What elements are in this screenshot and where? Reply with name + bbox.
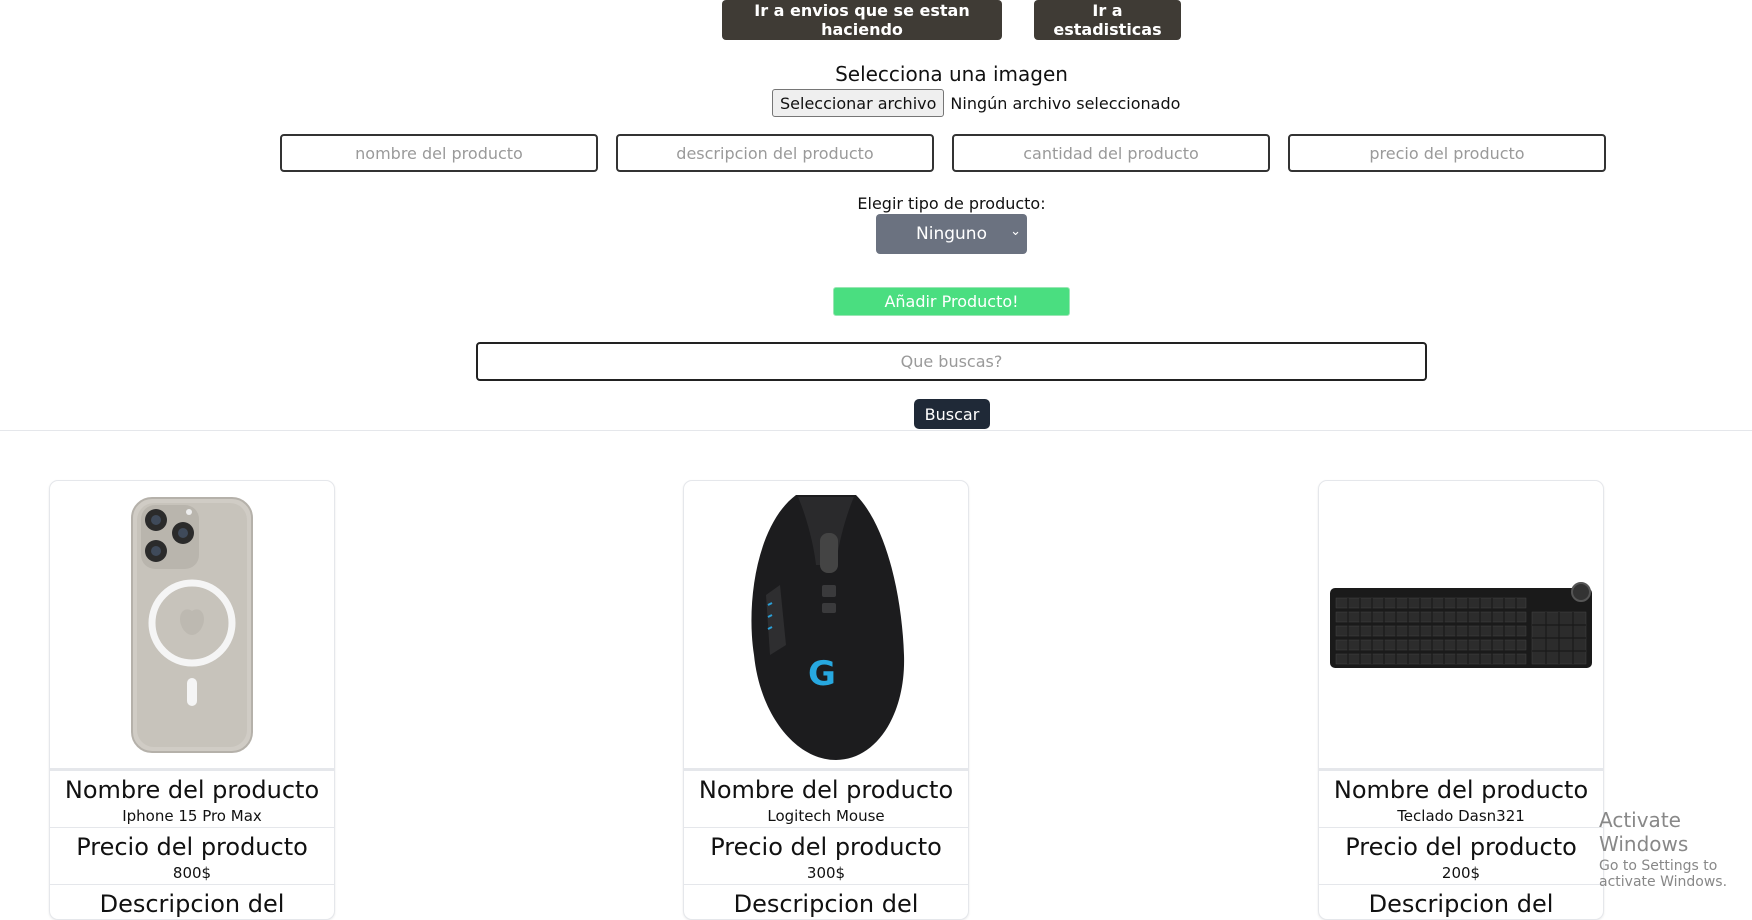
product-card: G Nombre del producto Logitech Mouse Pre…: [683, 480, 969, 920]
product-name-title: Nombre del producto: [64, 776, 320, 804]
product-name-input[interactable]: [280, 134, 598, 172]
product-description-title: Descripcion del producto: [733, 890, 919, 919]
product-quantity-input[interactable]: [952, 134, 1270, 172]
product-description-section: Descripcion del producto: [1319, 885, 1603, 919]
product-card: Nombre del producto Teclado Dasn321 Prec…: [1318, 480, 1604, 920]
product-price-section: Precio del producto 200$: [1319, 828, 1603, 885]
product-price-title: Precio del producto: [76, 833, 308, 861]
product-price-value: 200$: [1441, 864, 1481, 882]
product-description-input[interactable]: [616, 134, 934, 172]
choose-file-button[interactable]: Seleccionar archivo: [772, 89, 945, 117]
product-image-mouse: G: [684, 481, 968, 771]
watermark-line2: Go to Settings to activate Windows.: [1599, 858, 1728, 890]
product-name-title: Nombre del producto: [698, 776, 954, 804]
file-status-text: Ningún archivo seleccionado: [950, 93, 1181, 113]
product-type-select[interactable]: Ninguno ⌄: [876, 214, 1027, 254]
product-price-input[interactable]: [1288, 134, 1606, 172]
go-to-statistics-button[interactable]: Ir a estadisticas: [1034, 0, 1181, 40]
product-price-title: Precio del producto: [1345, 833, 1577, 861]
chevron-down-icon: ⌄: [1010, 224, 1021, 239]
section-divider: [0, 430, 1752, 431]
product-price-value: 300$: [806, 864, 846, 882]
watermark-line1: Activate Windows: [1599, 808, 1689, 856]
product-description-section: Descripcion del producto: [684, 885, 968, 919]
product-image-phone: [50, 481, 334, 771]
go-to-shipments-button[interactable]: Ir a envios que se estan haciendo: [722, 0, 1002, 40]
svg-text:G: G: [808, 654, 836, 694]
product-price-title: Precio del producto: [710, 833, 942, 861]
product-name-value: Iphone 15 Pro Max: [122, 807, 262, 825]
product-type-label: Elegir tipo de producto:: [857, 194, 1046, 213]
add-product-button[interactable]: Añadir Producto!: [833, 287, 1070, 316]
search-button[interactable]: Buscar: [914, 399, 990, 429]
product-description-title: Descripcion del producto: [99, 890, 285, 919]
search-input[interactable]: [476, 342, 1427, 381]
product-name-section: Nombre del producto Iphone 15 Pro Max: [50, 771, 334, 828]
product-description-section: Descripcion del producto: [50, 885, 334, 919]
product-price-section: Precio del producto 800$: [50, 828, 334, 885]
file-input[interactable]: Seleccionar archivo Ningún archivo selec…: [772, 89, 1180, 117]
product-price-value: 800$: [172, 864, 212, 882]
product-price-section: Precio del producto 300$: [684, 828, 968, 885]
product-name-title: Nombre del producto: [1333, 776, 1589, 804]
product-name-value: Teclado Dasn321: [1397, 807, 1525, 825]
product-name-section: Nombre del producto Logitech Mouse: [684, 771, 968, 828]
image-upload-label: Selecciona una imagen: [835, 62, 1068, 86]
product-name-section: Nombre del producto Teclado Dasn321: [1319, 771, 1603, 828]
windows-activation-watermark: Activate Windows Go to Settings to activ…: [1599, 808, 1752, 890]
product-type-selected: Ninguno: [916, 224, 987, 244]
product-image-keyboard: [1319, 481, 1603, 771]
product-description-title: Descripcion del producto: [1368, 890, 1554, 919]
product-card: Nombre del producto Iphone 15 Pro Max Pr…: [49, 480, 335, 920]
product-name-value: Logitech Mouse: [767, 807, 885, 825]
